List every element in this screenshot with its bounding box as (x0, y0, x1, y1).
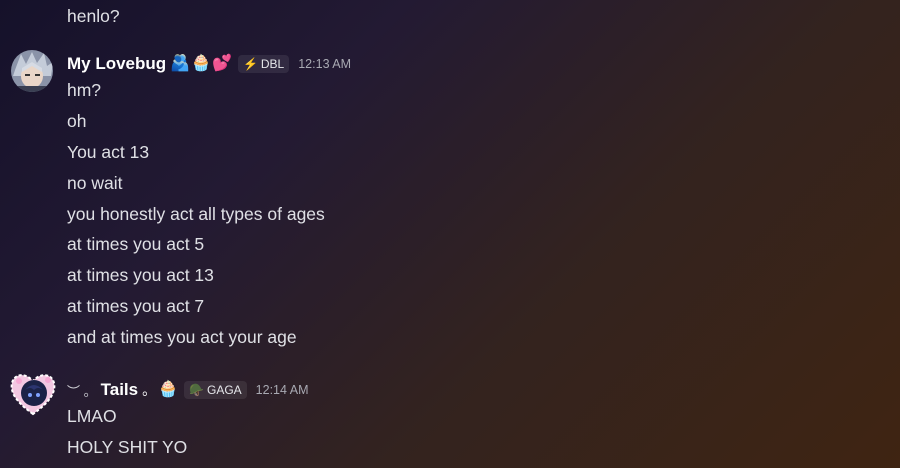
server-tag-label: DBL (260, 57, 285, 71)
message-line: HOLY SHIT YO (67, 437, 188, 457)
lightning-icon: ⚡ (242, 57, 258, 71)
name-emoji: 💕 (212, 55, 232, 72)
user-avatar[interactable] (11, 50, 53, 92)
server-tag[interactable]: ⚡ DBL (237, 55, 290, 73)
message-line: at times you act 13 (67, 265, 214, 285)
message-line: LMAO (67, 406, 117, 426)
name-decoration: ︶ 。 (67, 383, 97, 399)
message-line: hm? (67, 80, 102, 100)
server-tag-label: GAGA (206, 383, 242, 397)
anime-avatar-icon (11, 50, 53, 92)
helmet-icon: 🪖 (189, 383, 204, 397)
message-header: ︶ 。 Tails 。 🧁 🪖 GAGA 12:14 AM (67, 378, 309, 402)
message-line: You act 13 (67, 142, 150, 162)
author-name[interactable]: Tails (101, 380, 138, 400)
name-emoji: 🧁 (191, 55, 212, 72)
name-emoji: 🫂 (170, 55, 191, 72)
message-line: at times you act 7 (67, 296, 205, 316)
heart-frame-avatar-icon (10, 374, 56, 416)
message-line: no wait (67, 173, 123, 193)
message-timestamp[interactable]: 12:14 AM (256, 383, 309, 397)
user-avatar[interactable] (8, 368, 58, 418)
message-line: and at times you act your age (67, 327, 297, 347)
author-name[interactable]: My Lovebug (67, 54, 166, 74)
message-header: My Lovebug 🫂 🧁 💕 ⚡ DBL 12:13 AM (67, 52, 351, 76)
name-emoji: 🧁 (158, 381, 179, 398)
message-line: you honestly act all types of ages (67, 204, 325, 224)
message-line: oh (67, 111, 87, 131)
server-tag[interactable]: 🪖 GAGA (184, 381, 247, 399)
message-timestamp[interactable]: 12:13 AM (298, 57, 351, 71)
message-line: henlo? (67, 6, 120, 26)
name-decoration: 。 (142, 382, 157, 398)
message-line: at times you act 5 (67, 234, 205, 254)
